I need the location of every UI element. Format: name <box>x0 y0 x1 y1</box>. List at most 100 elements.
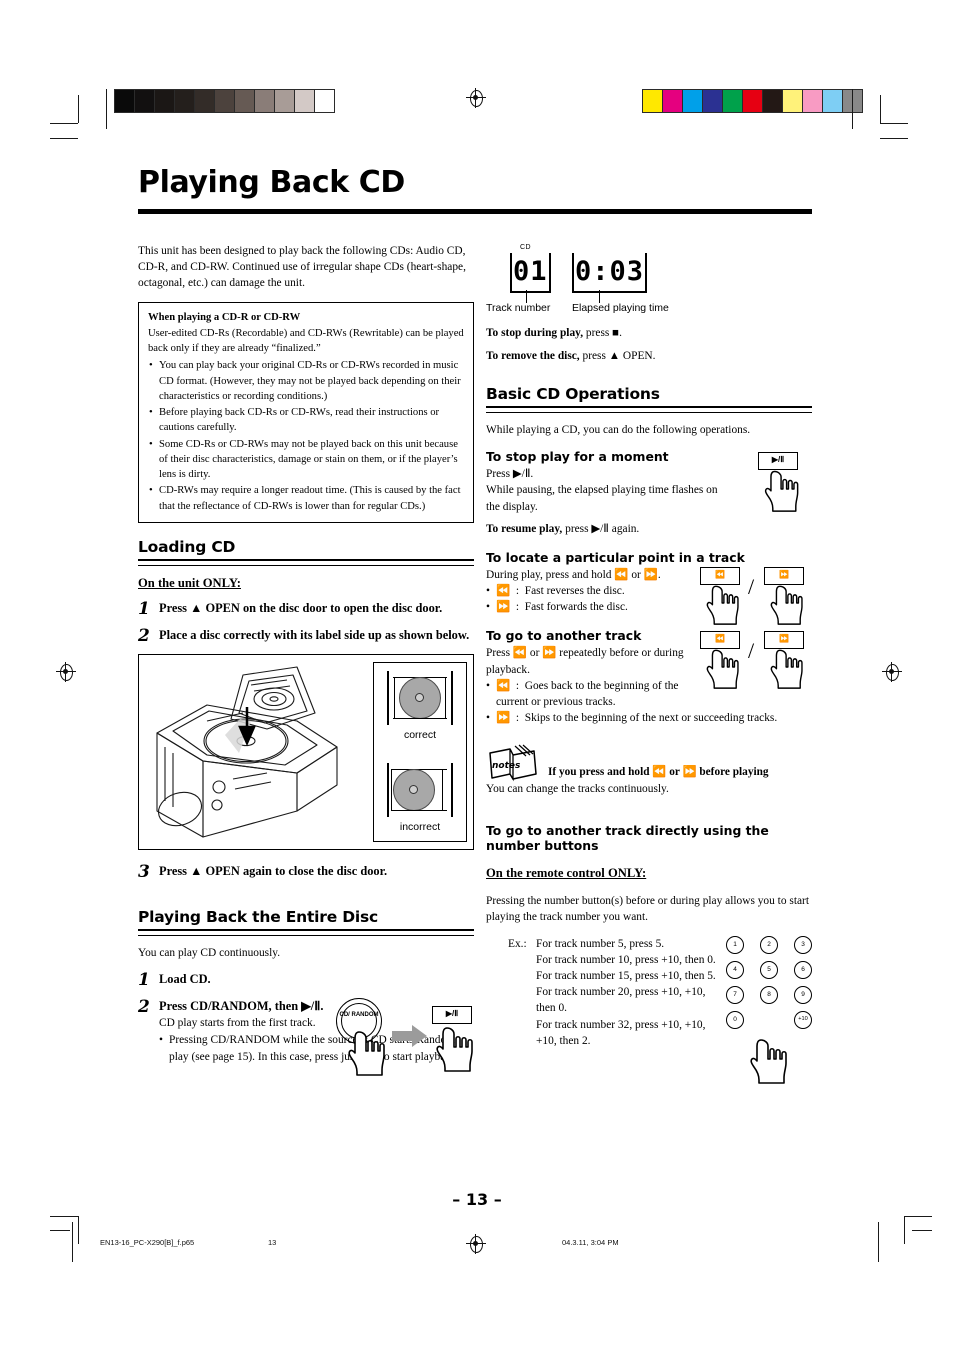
play-pause-button-label: ▶/Ⅱ <box>771 455 785 465</box>
gray-patch <box>175 90 195 112</box>
color-patch <box>643 90 663 112</box>
gray-patch <box>255 90 275 112</box>
keypad-button-3[interactable]: 3 <box>794 935 812 954</box>
remove-disc-line: To remove the disc, press ▲ OPEN. <box>486 348 812 364</box>
intro-paragraph: This unit has been designed to play back… <box>138 245 466 290</box>
manual-page: Playing Back CD This unit has been desig… <box>0 0 954 1353</box>
keypad-row: 1 2 3 <box>726 935 812 954</box>
another-bullet: • ⏪ : Goes back to the beginning of the … <box>486 679 679 708</box>
entire-disc-intro: You can play CD continuously. <box>138 946 281 959</box>
skip-buttons-art: ⏪ / ⏩ <box>700 631 816 690</box>
example-list: Ex.: For track number 5, press 5. For tr… <box>508 936 720 1049</box>
section-rule <box>138 558 474 566</box>
notes-icon-label: notes <box>492 761 521 771</box>
separator-slash: / <box>748 638 755 664</box>
example-row: For track number 15, press +10, then 5. <box>508 968 720 984</box>
example-row: For track number 32, press +10, +10, +10… <box>508 1017 720 1049</box>
section-heading-entire-disc: Playing Back the Entire Disc <box>138 907 379 926</box>
next-track-button-label: ⏩ <box>779 634 789 644</box>
color-calibration-bar <box>642 89 863 113</box>
notes-icon: notes <box>489 744 537 782</box>
keypad-button-1[interactable]: 1 <box>726 935 744 954</box>
registration-mark-right <box>882 662 902 682</box>
section-rule <box>486 406 812 414</box>
step-text: Load CD. <box>159 971 211 986</box>
pointing-hand-icon <box>706 650 739 690</box>
track-number-caption: Track number <box>486 302 551 314</box>
keypad-button-7[interactable]: 7 <box>726 985 744 1004</box>
separator-slash: / <box>748 574 755 599</box>
crop-mark-top-left-inner <box>106 89 108 129</box>
footer-page-index: 13 <box>268 1238 277 1247</box>
note-box-lead: User-edited CD-Rs (Recordable) and CD-RW… <box>148 327 464 355</box>
another-bullet: • ⏩ : Skips to the beginning of the next… <box>486 712 778 725</box>
locate-bullet-key: ⏩ <box>496 601 511 614</box>
keypad-button-6[interactable]: 6 <box>794 960 812 979</box>
step-number: 1 <box>138 969 150 990</box>
footer-filename: EN13-16_PC-X290[B]_f.p65 <box>100 1238 195 1247</box>
basic-operations-intro: While playing a CD, you can do the follo… <box>486 424 751 437</box>
note-box-bullets: You can play back your original CD-Rs or… <box>148 358 464 514</box>
step-text: Place a disc correctly with its label si… <box>159 627 470 642</box>
another-bullet-desc: Skips to the beginning of the next or su… <box>524 712 778 725</box>
subsection-locate: To locate a particular point in a track … <box>486 550 812 625</box>
keypad-button-plus10[interactable]: +10 <box>794 1010 812 1029</box>
cd-random-button-label: CD/ RANDOM <box>339 1012 379 1018</box>
example-text: For track number 32, press +10, +10, +10… <box>536 1018 706 1047</box>
on-the-unit-only-label: On the unit ONLY: <box>138 575 241 590</box>
locate-bullet-desc: Fast reverses the disc. <box>524 585 625 598</box>
gray-patch <box>195 90 215 112</box>
color-patch <box>743 90 763 112</box>
subsection-pause: To stop play for a moment Press ▶/Ⅱ. Whi… <box>486 449 812 537</box>
direct-track-intro: Pressing the number button(s) before or … <box>486 895 809 924</box>
locate-intro: During play, press and hold ⏪ or ⏩. <box>486 568 661 581</box>
notes-heading: If you press and hold ⏪ or ⏩ before play… <box>548 766 769 779</box>
entire-step-1: 1 Load CD. <box>138 970 474 990</box>
another-bullet-desc: Goes back to the beginning of the curren… <box>496 679 679 708</box>
gray-patch <box>315 90 334 112</box>
keypad-row: 7 8 9 <box>726 985 812 1004</box>
pause-line-2: While pausing, the elapsed playing time … <box>486 484 718 513</box>
gray-patch <box>215 90 235 112</box>
step-text: Press ▲ OPEN on the disc door to open th… <box>159 600 443 615</box>
another-bullet-key: ⏩ <box>496 712 511 725</box>
keypad-button-2[interactable]: 2 <box>760 935 778 954</box>
example-spacer <box>508 952 536 968</box>
play-pause-button-label: ▶/Ⅱ <box>445 1009 459 1018</box>
keypad-button-9[interactable]: 9 <box>794 985 812 1004</box>
disc-tray-outline <box>387 670 453 725</box>
note-bullet: CD-RWs may require a longer readout time… <box>148 483 464 514</box>
example-row: Ex.: For track number 5, press 5. <box>508 936 720 952</box>
example-text: For track number 20, press +10, +10, the… <box>536 986 706 1015</box>
gray-patch <box>275 90 295 112</box>
pause-button-art: ▶/Ⅱ <box>752 452 812 513</box>
gray-patch <box>155 90 175 112</box>
stop-during-play-line: To stop during play, press ■. <box>486 325 812 341</box>
pointing-hand-icon <box>764 471 799 513</box>
page-title: Playing Back CD <box>138 165 405 200</box>
example-row: For track number 20, press +10, +10, the… <box>508 984 720 1016</box>
incorrect-label: incorrect <box>399 820 441 833</box>
example-spacer <box>508 1017 536 1049</box>
registration-mark-bottom <box>466 1234 486 1254</box>
gray-patch <box>235 90 255 112</box>
resume-play-bold: To resume play, <box>486 522 563 535</box>
another-bullet-key: ⏪ <box>496 679 511 692</box>
loading-step-3: 3 Press ▲ OPEN again to close the disc d… <box>138 862 474 882</box>
correct-orientation-figure: correct <box>386 670 454 743</box>
keypad-button-8[interactable]: 8 <box>760 985 778 1004</box>
keypad-row: 4 5 6 <box>726 960 812 979</box>
keypad-button-0[interactable]: 0 <box>726 1010 744 1029</box>
keypad-button-4[interactable]: 4 <box>726 960 744 979</box>
step-number: 3 <box>138 861 150 882</box>
previous-track-button-label: ⏪ <box>715 634 725 644</box>
stereo-unit-drawing <box>156 666 338 838</box>
crop-mark-bottom-left-inner <box>72 1222 74 1262</box>
crop-mark-top-left <box>50 95 94 139</box>
next-track-button-label: ⏩ <box>779 570 789 579</box>
keypad-button-5[interactable]: 5 <box>760 960 778 979</box>
example-block: Ex.: For track number 5, press 5. For tr… <box>486 935 812 1084</box>
stop-during-play-bold: To stop during play, <box>486 327 584 339</box>
gray-patch <box>115 90 135 112</box>
subsection-another-track: To go to another track Press ⏪ or ⏩ repe… <box>486 629 812 726</box>
